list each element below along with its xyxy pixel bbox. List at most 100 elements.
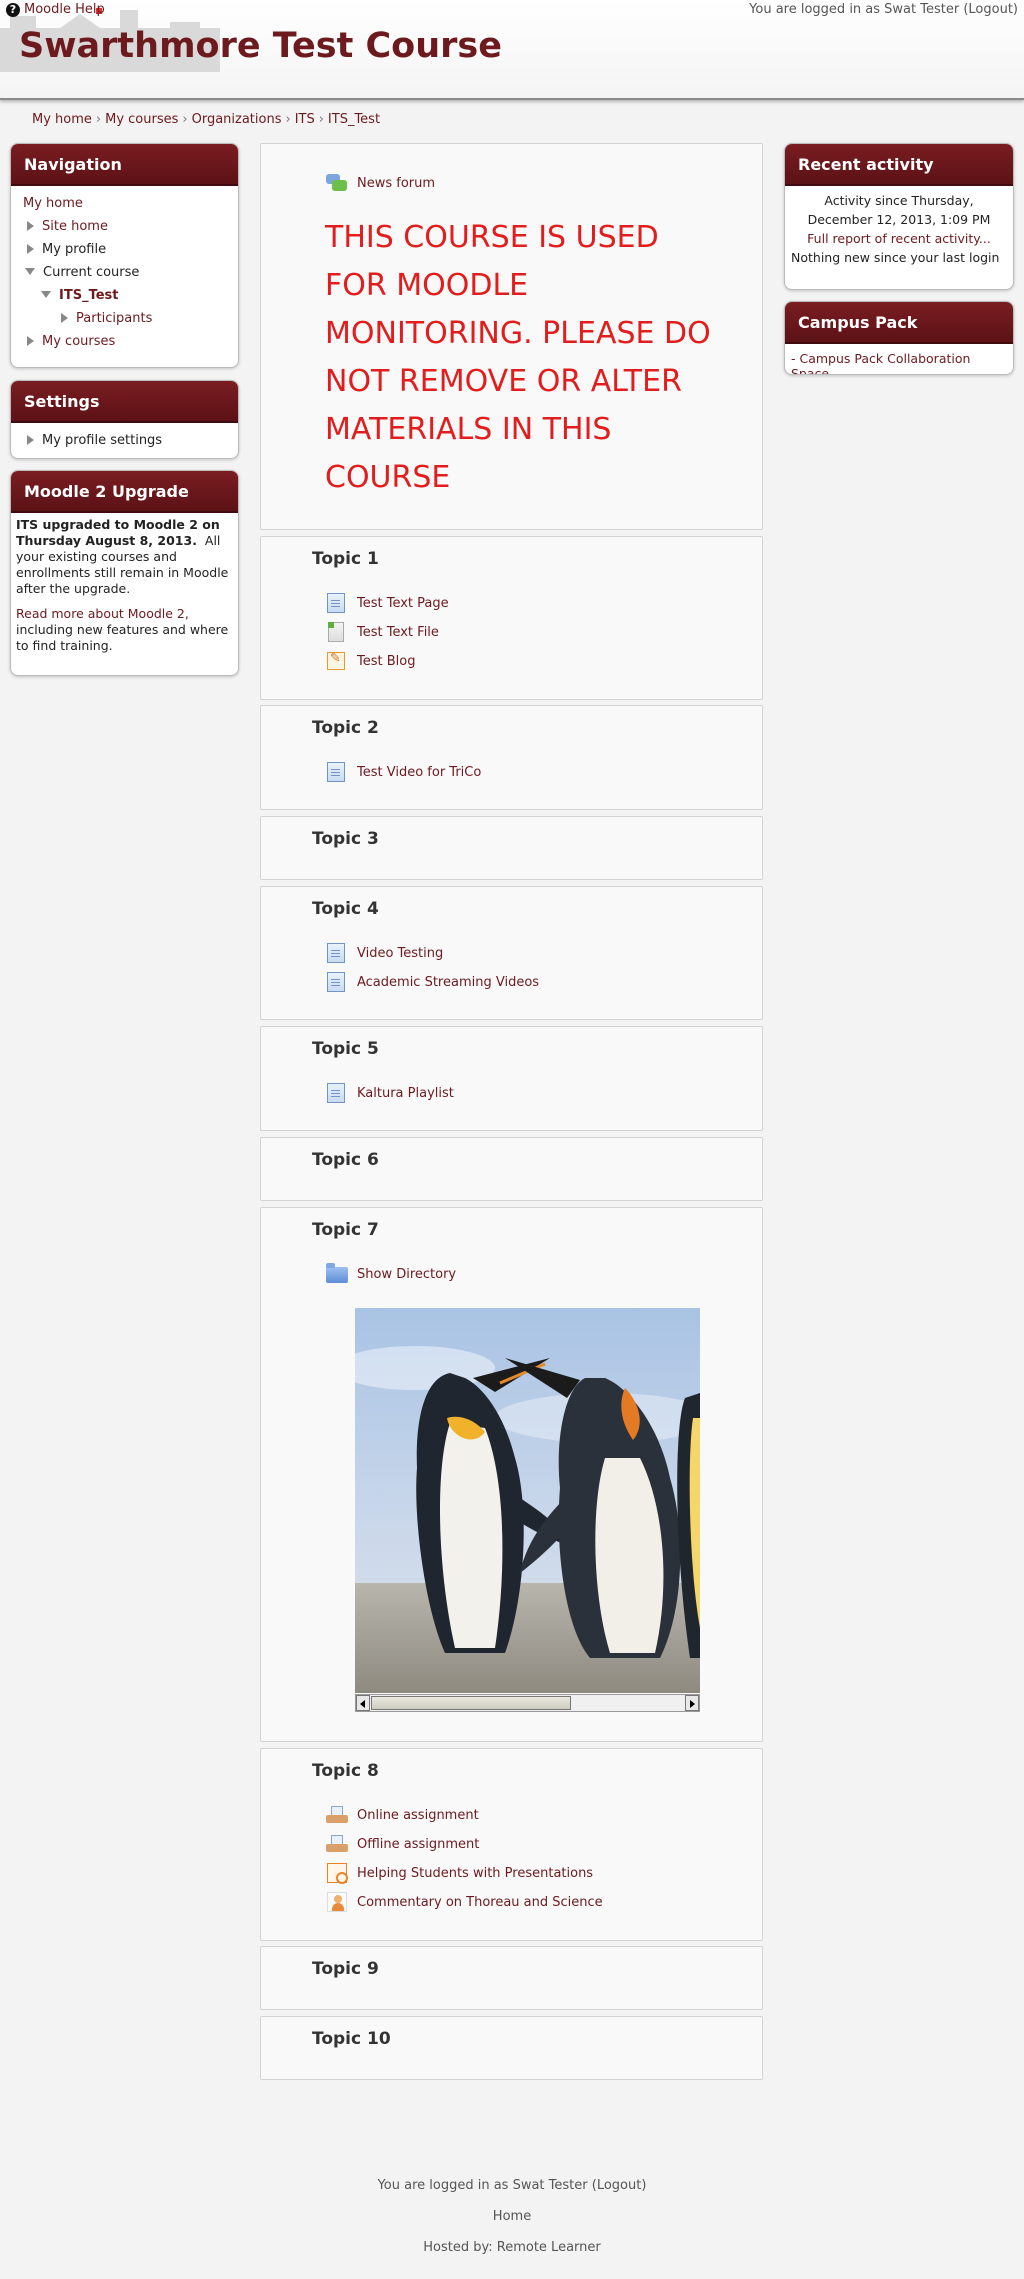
activity-link[interactable]: Offline assignment	[357, 1837, 479, 1852]
activity-link[interactable]: Video Testing	[357, 946, 443, 961]
folder-icon	[325, 1263, 349, 1285]
activity-item[interactable]: Kaltura Playlist	[325, 1082, 454, 1104]
moodle-upgrade-block: Moodle 2 Upgrade ITS upgraded to Moodle …	[10, 470, 239, 676]
page-icon	[325, 1082, 349, 1104]
logout-link[interactable]: (Logout)	[963, 2, 1018, 17]
my-profile-settings[interactable]: My profile settings	[42, 433, 162, 448]
activity-item[interactable]: Show Directory	[325, 1263, 456, 1285]
activity-link[interactable]: Online assignment	[357, 1808, 479, 1823]
upgrade-title[interactable]: Moodle 2 Upgrade	[11, 471, 238, 513]
navigation-block: Navigation My home Site home My profile …	[10, 143, 239, 368]
activity-item[interactable]: Helping Students with Presentations	[325, 1862, 593, 1884]
nav-site-home[interactable]: Site home	[42, 219, 108, 234]
course-section-0: News forum THIS COURSE IS USED FOR MOODL…	[260, 143, 763, 530]
read-more-suffix: including new features and where to find…	[16, 622, 229, 653]
breadcrumb-my-home[interactable]: My home	[32, 112, 92, 127]
breadcrumb-its-test[interactable]: ITS_Test	[328, 112, 380, 127]
activity-item[interactable]: Test Text Page	[325, 592, 449, 614]
activity-item[interactable]: Test Blog	[325, 650, 415, 672]
settings-title[interactable]: Settings	[11, 381, 238, 423]
moodle-help-link[interactable]: ? Moodle Help	[6, 2, 105, 17]
nav-current-course[interactable]: Current course	[43, 265, 139, 280]
activity-link[interactable]: Kaltura Playlist	[357, 1086, 454, 1101]
footer-hosted-by: Hosted by: Remote Learner	[423, 2240, 601, 2255]
page-icon	[325, 971, 349, 993]
upgrade-notice: ITS upgraded to Moodle 2 on Thursday Aug…	[16, 517, 233, 597]
nav-my-profile[interactable]: My profile	[42, 242, 106, 257]
scroll-left-icon[interactable]	[356, 1695, 370, 1711]
activity-item[interactable]: Test Video for TriCo	[325, 761, 481, 783]
topic-section-5: Topic 5 Kaltura Playlist	[260, 1026, 763, 1131]
nav-my-home[interactable]: My home	[23, 196, 83, 211]
activity-link[interactable]: Commentary on Thoreau and Science	[357, 1895, 603, 1910]
nav-my-courses[interactable]: My courses	[42, 334, 115, 349]
topic-section-6: Topic 6	[260, 1137, 763, 1201]
activity-item[interactable]: Video Testing	[325, 942, 443, 964]
nav-course-its-test[interactable]: ITS_Test	[59, 288, 118, 303]
activity-item[interactable]: Test Text File	[325, 621, 439, 643]
scroll-thumb[interactable]	[371, 1696, 571, 1710]
expand-icon[interactable]	[27, 220, 34, 231]
read-more-link[interactable]: Read more about Moodle 2,	[16, 606, 189, 621]
topic-title: Topic 1	[312, 549, 379, 569]
topic-title: Topic 10	[312, 2029, 391, 2049]
topic-title: Topic 8	[312, 1761, 379, 1781]
breadcrumb: My home › My courses › Organizations › ITS › ITS…	[32, 112, 381, 127]
assignment-icon	[325, 1804, 349, 1826]
course-notice: THIS COURSE IS USED FOR MOODLE MONITORIN…	[325, 220, 711, 495]
nav-participants[interactable]: Participants	[76, 311, 152, 326]
activity-link[interactable]: Show Directory	[357, 1267, 456, 1282]
activity-link[interactable]: Test Blog	[357, 654, 415, 669]
full-report-link[interactable]: Full report of recent activity...	[791, 229, 1007, 248]
activity-link[interactable]: Academic Streaming Videos	[357, 975, 539, 990]
activity-link[interactable]: Test Text Page	[357, 596, 449, 611]
activity-item[interactable]: Commentary on Thoreau and Science	[325, 1891, 603, 1913]
breadcrumb-its[interactable]: ITS	[295, 112, 315, 127]
news-forum-link[interactable]: News forum	[357, 176, 435, 191]
activity-item[interactable]: Offline assignment	[325, 1833, 479, 1855]
topic-title: Topic 9	[312, 1959, 379, 1979]
nothing-new: Nothing new since your last login	[791, 250, 1000, 265]
topic-section-8: Topic 8 Online assignment Offline assign…	[260, 1748, 763, 1941]
topic-section-7: Topic 7 Show Directory	[260, 1207, 763, 1742]
expand-icon[interactable]	[27, 243, 34, 254]
collapse-icon[interactable]	[25, 268, 35, 275]
moodle-help-label[interactable]: Moodle Help	[24, 2, 105, 17]
topic-section-10: Topic 10	[260, 2016, 763, 2080]
expand-icon[interactable]	[27, 434, 34, 445]
news-forum-activity[interactable]: News forum	[325, 172, 435, 194]
site-title[interactable]: Swarthmore Test Course	[19, 26, 502, 66]
campus-pack-link[interactable]: - Campus Pack Collaboration Space	[791, 351, 970, 374]
expand-icon[interactable]	[27, 335, 34, 346]
navigation-title[interactable]: Navigation	[11, 144, 238, 186]
help-icon: ?	[6, 2, 20, 17]
penguins-image	[355, 1308, 700, 1693]
upgrade-bold-text: ITS upgraded to Moodle 2 on Thursday Aug…	[16, 517, 220, 548]
campus-pack-title[interactable]: Campus Pack	[785, 302, 1013, 344]
topic-title: Topic 3	[312, 829, 379, 849]
page-icon	[325, 592, 349, 614]
footer-home-link[interactable]: Home	[0, 2201, 1024, 2232]
activity-link[interactable]: Test Text File	[357, 625, 439, 640]
footer-logout-link[interactable]: (Logout)	[592, 2178, 647, 2193]
topic-title: Topic 2	[312, 718, 379, 738]
activity-link[interactable]: Test Video for TriCo	[357, 765, 481, 780]
activity-item[interactable]: Academic Streaming Videos	[325, 971, 539, 993]
breadcrumb-organizations[interactable]: Organizations	[192, 112, 282, 127]
presentation-icon	[325, 1862, 349, 1884]
breadcrumb-my-courses[interactable]: My courses	[105, 112, 178, 127]
login-text: You are logged in as Swat Tester	[749, 2, 960, 17]
scroll-right-icon[interactable]	[685, 1695, 699, 1711]
activity-link[interactable]: Helping Students with Presentations	[357, 1866, 593, 1881]
upgrade-more: Read more about Moodle 2, including new …	[16, 606, 233, 654]
page-footer: You are logged in as Swat Tester (Logout…	[0, 2170, 1024, 2263]
penguin-image-frame	[355, 1308, 700, 1718]
horizontal-scrollbar[interactable]	[355, 1694, 700, 1712]
settings-block: Settings My profile settings	[10, 380, 239, 459]
topic-section-2: Topic 2 Test Video for TriCo	[260, 705, 763, 810]
activity-item[interactable]: Online assignment	[325, 1804, 479, 1826]
collapse-icon[interactable]	[41, 291, 51, 298]
expand-icon[interactable]	[61, 312, 68, 323]
recent-activity-title[interactable]: Recent activity	[785, 144, 1013, 186]
page-icon	[325, 761, 349, 783]
